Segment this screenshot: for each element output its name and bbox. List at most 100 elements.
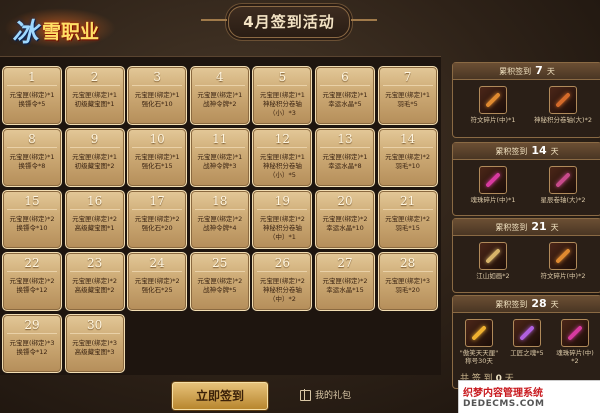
day-rewards: 元宝匣(绑定)*2 强化石*25 bbox=[128, 277, 186, 295]
day-tile[interactable]: 18 元宝匣(绑定)*2 战神令牌*4 bbox=[189, 190, 250, 249]
day-tile[interactable]: 15 元宝匣(绑定)*2 换镖令*10 bbox=[2, 190, 62, 249]
day-tile[interactable]: 9 元宝匣(绑定)*1 初级藏宝图*2 bbox=[64, 128, 125, 187]
reward-item-label: 符文碎片(中)*1 bbox=[470, 116, 516, 124]
day-rewards: 元宝匣(绑定)*2 战神令牌*5 bbox=[191, 277, 249, 295]
day-number: 27 bbox=[337, 256, 353, 270]
day-tile[interactable]: 24 元宝匣(绑定)*2 强化石*25 bbox=[127, 252, 188, 311]
reward-item[interactable]: 江山如画*2 bbox=[463, 242, 523, 280]
day-tile[interactable]: 29 元宝匣(绑定)*3 换镖令*12 bbox=[2, 314, 62, 373]
day-rewards: 元宝匣(绑定)*1 强化石*15 bbox=[128, 153, 186, 171]
day-tile[interactable]: 3 元宝匣(绑定)*1 强化石*10 bbox=[127, 66, 188, 125]
day-tile[interactable]: 23 元宝匣(绑定)*2 高级藏宝图*2 bbox=[64, 252, 125, 311]
day-reward-line: 神秘积分卷轴 bbox=[262, 162, 302, 170]
reward-item[interactable]: 星辰卷轴(大)*2 bbox=[533, 166, 593, 204]
day-number: 28 bbox=[399, 256, 416, 270]
day-reward-line: （小）*3 bbox=[268, 109, 296, 117]
day-reward-line: 换镖令*8 bbox=[18, 162, 46, 170]
day-reward-line: （中）*2 bbox=[268, 295, 296, 303]
day-reward-line: 神秘积分卷轴 bbox=[262, 224, 302, 232]
day-reward-line: 元宝匣(绑定)*2 bbox=[322, 277, 368, 285]
day-tile[interactable]: 10 元宝匣(绑定)*1 强化石*15 bbox=[127, 128, 188, 187]
day-tile[interactable]: 14 元宝匣(绑定)*2 羽毛*10 bbox=[377, 128, 438, 187]
day-reward-line: 元宝匣(绑定)*1 bbox=[259, 91, 305, 99]
reward-item[interactable]: 工匠之魂*5 bbox=[503, 319, 551, 357]
day-number: 24 bbox=[149, 256, 165, 270]
day-number: 2 bbox=[90, 70, 99, 84]
day-tile[interactable]: 13 元宝匣(绑定)*1 幸运水晶*8 bbox=[315, 128, 375, 187]
day-number: 22 bbox=[24, 256, 40, 270]
reward-item[interactable]: "傲笑天天厘" 称号30天 bbox=[455, 319, 503, 365]
cumulative-reward-box: 累积签到 21 天江山如画*2 符文碎片(中)*2 bbox=[452, 218, 600, 293]
reward-item[interactable]: 魂珠碎片(中)*1 bbox=[463, 166, 523, 204]
day-rewards: 元宝匣(绑定)*3 高级藏宝图*3 bbox=[66, 339, 124, 357]
day-tile[interactable]: 19 元宝匣(绑定)*2 神秘积分卷轴 （中）*1 bbox=[252, 190, 313, 249]
day-rewards: 元宝匣(绑定)*2 强化石*20 bbox=[128, 215, 186, 233]
day-reward-line: 幸运水晶*5 bbox=[328, 100, 362, 108]
day-number: 29 bbox=[24, 318, 40, 332]
day-reward-line: 元宝匣(绑定)*1 bbox=[259, 153, 305, 161]
day-number: 23 bbox=[86, 256, 103, 270]
reward-item[interactable]: 符文碎片(中)*2 bbox=[533, 242, 593, 280]
day-rewards: 元宝匣(绑定)*1 强化石*10 bbox=[128, 91, 186, 109]
day-reward-line: 元宝匣(绑定)*2 bbox=[197, 277, 243, 285]
day-number: 6 bbox=[341, 70, 349, 84]
day-tile[interactable]: 20 元宝匣(绑定)*2 幸运水晶*10 bbox=[315, 190, 375, 249]
page-title: 4月签到活动 bbox=[243, 13, 335, 31]
day-reward-line: （小）*5 bbox=[268, 171, 296, 179]
day-reward-line: 元宝匣(绑定)*1 bbox=[9, 153, 55, 161]
day-reward-line: 元宝匣(绑定)*1 bbox=[197, 91, 243, 99]
day-tile[interactable]: 28 元宝匣(绑定)*3 羽毛*20 bbox=[377, 252, 438, 311]
day-reward-line: 元宝匣(绑定)*2 bbox=[9, 215, 55, 223]
day-tile[interactable]: 11 元宝匣(绑定)*1 战神令牌*3 bbox=[189, 128, 250, 187]
day-reward-line: 元宝匣(绑定)*2 bbox=[322, 215, 368, 223]
day-tile[interactable]: 25 元宝匣(绑定)*2 战神令牌*5 bbox=[189, 252, 250, 311]
signin-button[interactable]: 立即签到 bbox=[172, 382, 268, 410]
reward-item-label: 星辰卷轴(大)*2 bbox=[540, 196, 586, 204]
day-tile[interactable]: 21 元宝匣(绑定)*2 羽毛*15 bbox=[377, 190, 438, 249]
day-number: 26 bbox=[274, 256, 291, 270]
day-tile[interactable]: 7 元宝匣(绑定)*1 羽毛*5 bbox=[377, 66, 438, 125]
day-rewards: 元宝匣(绑定)*1 换镖令*8 bbox=[3, 153, 61, 171]
title-banner: 4月签到活动 bbox=[201, 6, 377, 38]
reward-item-label: 符文碎片(中)*2 bbox=[540, 272, 586, 280]
day-reward-line: 初级藏宝图*2 bbox=[74, 162, 115, 170]
day-tile[interactable]: 30 元宝匣(绑定)*3 高级藏宝图*3 bbox=[64, 314, 125, 373]
day-tile[interactable]: 12 元宝匣(绑定)*1 神秘积分卷轴 （小）*5 bbox=[252, 128, 313, 187]
reward-item[interactable]: 魂珠碎片(中) *2 bbox=[551, 319, 599, 365]
day-reward-line: 羽毛*10 bbox=[395, 162, 420, 170]
day-tile[interactable]: 6 元宝匣(绑定)*1 幸运水晶*5 bbox=[315, 66, 375, 125]
day-tile[interactable]: 5 元宝匣(绑定)*1 神秘积分卷轴 （小）*3 bbox=[252, 66, 313, 125]
day-tile[interactable]: 1 元宝匣(绑定)*1 换镖令*5 bbox=[2, 66, 62, 125]
day-tile[interactable]: 17 元宝匣(绑定)*2 强化石*20 bbox=[127, 190, 188, 249]
day-tile[interactable]: 8 元宝匣(绑定)*1 换镖令*8 bbox=[2, 128, 62, 187]
day-number: 10 bbox=[149, 132, 165, 146]
cumulative-reward-box: 累积签到 14 天魂珠碎片(中)*1 星辰卷轴(大)*2 bbox=[452, 142, 600, 216]
day-reward-line: 元宝匣(绑定)*3 bbox=[9, 339, 55, 347]
day-tile[interactable]: 27 元宝匣(绑定)*2 幸运水晶*15 bbox=[315, 252, 375, 311]
day-tile[interactable]: 16 元宝匣(绑定)*2 高级藏宝图*1 bbox=[64, 190, 125, 249]
day-reward-line: 元宝匣(绑定)*1 bbox=[134, 91, 180, 99]
day-reward-line: 元宝匣(绑定)*2 bbox=[134, 215, 180, 223]
scroll-icon bbox=[549, 86, 577, 114]
day-tile[interactable]: 22 元宝匣(绑定)*2 换镖令*12 bbox=[2, 252, 62, 311]
soul-gem-icon bbox=[513, 319, 541, 347]
day-tile[interactable]: 4 元宝匣(绑定)*1 战神令牌*2 bbox=[189, 66, 250, 125]
day-reward-line: 元宝匣(绑定)*2 bbox=[9, 277, 55, 285]
day-reward-line: 元宝匣(绑定)*2 bbox=[259, 277, 305, 285]
day-reward-line: 元宝匣(绑定)*2 bbox=[259, 215, 305, 223]
day-tile[interactable]: 26 元宝匣(绑定)*2 神秘积分卷轴 （中）*2 bbox=[252, 252, 313, 311]
day-tile[interactable]: 2 元宝匣(绑定)*1 初级藏宝图*1 bbox=[64, 66, 125, 125]
day-rewards: 元宝匣(绑定)*1 战神令牌*3 bbox=[191, 153, 249, 171]
day-number: 20 bbox=[337, 194, 353, 208]
cumulative-days: 21 bbox=[531, 220, 547, 233]
reward-item[interactable]: 符文碎片(中)*1 bbox=[463, 86, 523, 124]
day-number: 8 bbox=[28, 132, 36, 146]
logo-text-2: 雪职业 bbox=[42, 21, 100, 43]
reward-item[interactable]: 神秘积分卷轴(大)*2 bbox=[533, 86, 593, 124]
my-gift-link[interactable]: 我的礼包 bbox=[300, 388, 351, 401]
cumulative-unit: 天 bbox=[550, 223, 559, 232]
cumulative-days: 14 bbox=[531, 144, 547, 157]
cumulative-label: 累积签到 bbox=[495, 223, 528, 232]
day-reward-line: 换镖令*12 bbox=[16, 286, 48, 294]
day-number: 7 bbox=[403, 70, 412, 84]
